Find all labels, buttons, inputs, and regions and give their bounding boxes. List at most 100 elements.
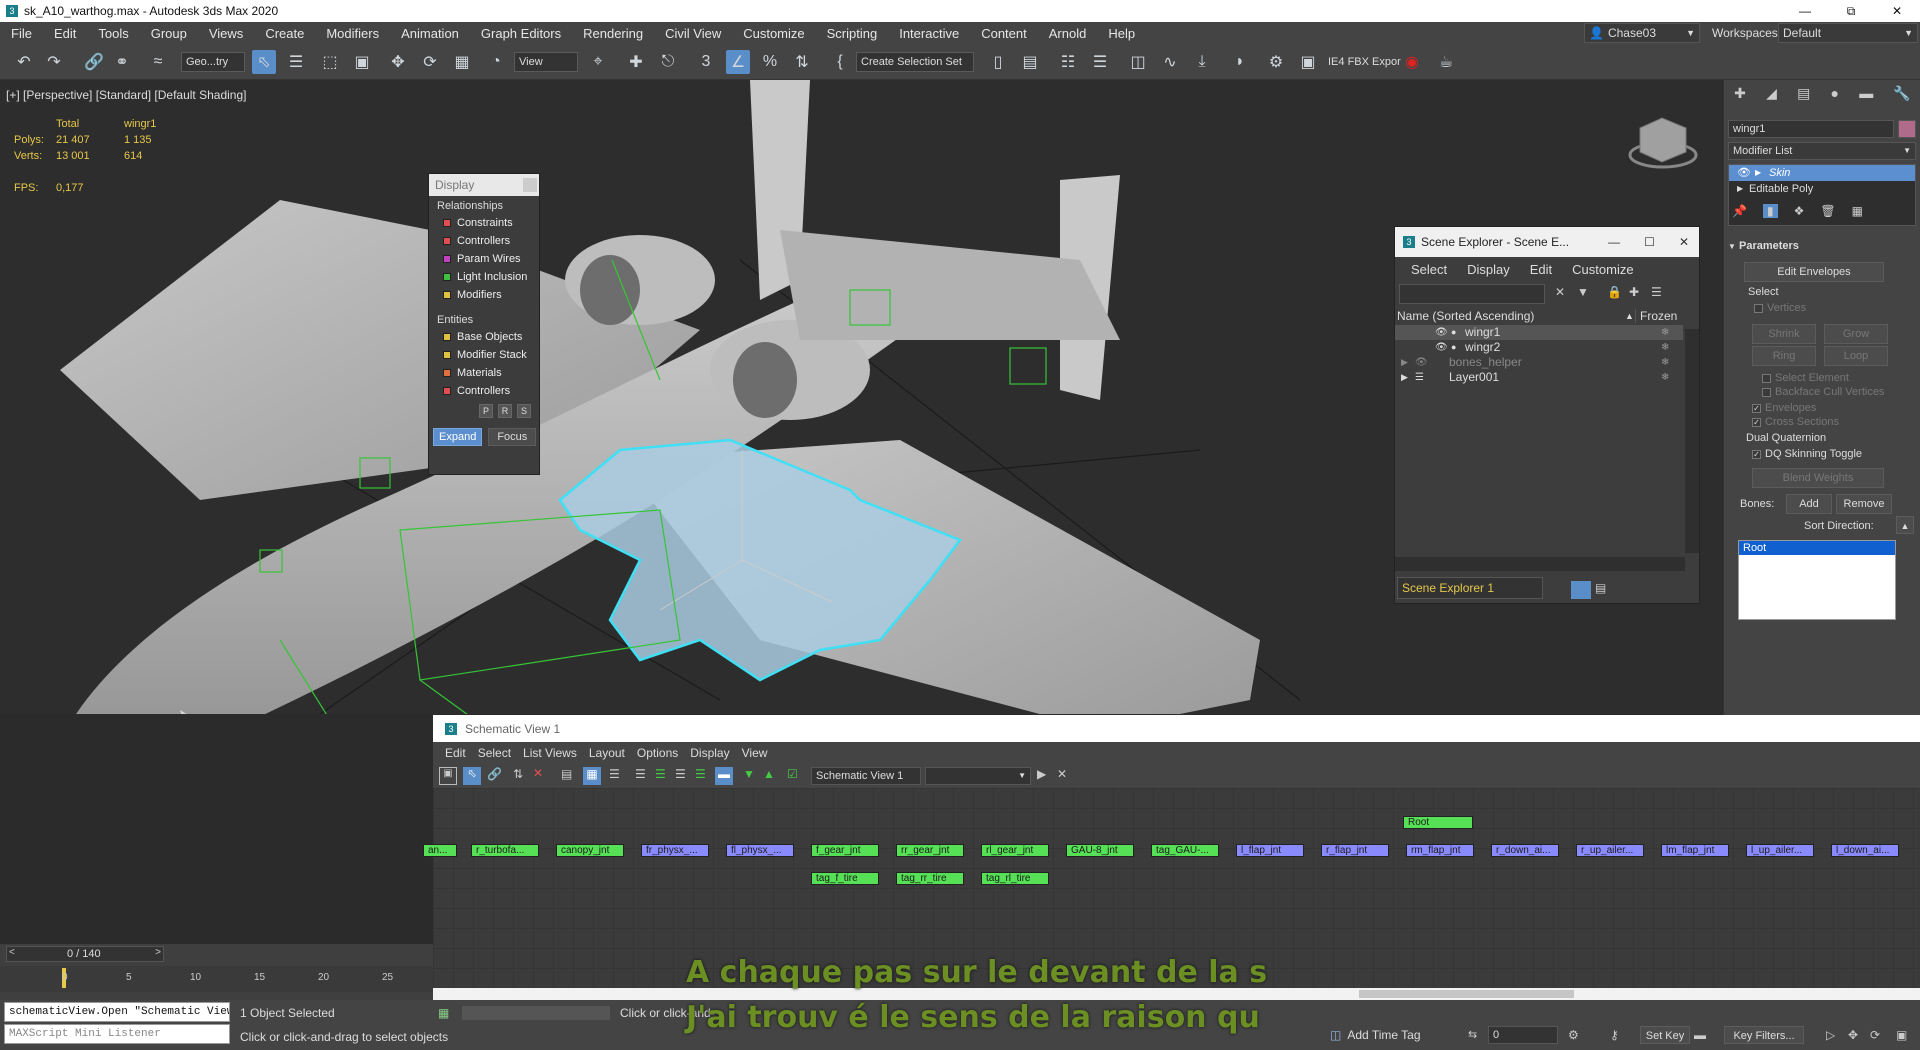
- dq-skinning-toggle[interactable]: ✓ DQ Skinning Toggle: [1752, 448, 1862, 460]
- maxscript-input[interactable]: schematicView.Open "Schematic View 1: [4, 1002, 230, 1022]
- expand-icon[interactable]: ▶: [1401, 355, 1408, 370]
- menu-customize[interactable]: Customize: [732, 26, 815, 41]
- entity-toggle[interactable]: Base Objects: [429, 328, 539, 346]
- sort-direction-icon[interactable]: ▲: [1896, 516, 1914, 534]
- rect-selection-icon[interactable]: ⬚: [318, 50, 342, 74]
- close-icon[interactable]: ✕: [1679, 235, 1689, 249]
- schematic-node[interactable]: rl_gear_jnt: [981, 844, 1049, 857]
- time-slider[interactable]: < 0 / 140 >: [6, 946, 164, 962]
- menu-tools[interactable]: Tools: [87, 26, 139, 41]
- select-object-icon[interactable]: ⬁: [252, 50, 276, 74]
- schematic-node[interactable]: fr_physx_...: [641, 844, 709, 857]
- go-to-bookmark-icon[interactable]: ▶: [1037, 767, 1046, 781]
- expand-icon[interactable]: ▶: [1755, 165, 1761, 181]
- hide-upstream-icon[interactable]: ☰: [609, 767, 620, 781]
- arrange-up-icon[interactable]: ▲: [763, 767, 775, 781]
- render-setup-icon[interactable]: ⚙: [1264, 50, 1288, 74]
- angle-snap-icon[interactable]: ∠: [726, 50, 750, 74]
- sch-menu-edit[interactable]: Edit: [439, 746, 472, 760]
- move-icon[interactable]: ✥: [386, 50, 410, 74]
- undo-icon[interactable]: ↶: [12, 50, 36, 74]
- motion-tab-icon[interactable]: ●: [1831, 85, 1839, 101]
- redo-icon[interactable]: ↷: [42, 50, 66, 74]
- collapse-all-icon[interactable]: ☰: [695, 767, 706, 781]
- se-menu-display[interactable]: Display: [1457, 262, 1520, 277]
- next-frame-icon[interactable]: >: [155, 947, 161, 958]
- current-frame-field[interactable]: 0: [1488, 1026, 1558, 1044]
- eye-icon[interactable]: 👁: [1435, 325, 1448, 340]
- set-key-button[interactable]: Set Key: [1640, 1026, 1690, 1044]
- schematic-node[interactable]: fl_physx_...: [726, 844, 794, 857]
- walk-through-icon[interactable]: ▷: [1826, 1028, 1835, 1042]
- configure-sets-icon[interactable]: ▦: [1852, 204, 1863, 218]
- add-time-tag[interactable]: ◫ Add Time Tag: [1330, 1028, 1421, 1042]
- search-input[interactable]: [1399, 284, 1545, 304]
- frozen-icon[interactable]: ❄: [1661, 340, 1669, 355]
- backface-cull-checkbox[interactable]: Backface Cull Vertices: [1762, 386, 1884, 398]
- schematic-node[interactable]: canopy_jnt: [556, 844, 624, 857]
- pivot-icon[interactable]: ⌖: [586, 50, 610, 74]
- schematic-node[interactable]: r_turbofa...: [471, 844, 539, 857]
- relationship-toggle[interactable]: Light Inclusion: [429, 268, 539, 286]
- relationship-toggle[interactable]: Constraints: [429, 214, 539, 232]
- schematic-node[interactable]: r_up_ailer...: [1576, 844, 1644, 857]
- menu-rendering[interactable]: Rendering: [572, 26, 654, 41]
- schematic-node-root[interactable]: Root: [1403, 816, 1473, 829]
- track-bar[interactable]: 0 5 10 15 20 25: [0, 966, 433, 992]
- material-editor-icon[interactable]: ◗: [1228, 50, 1252, 74]
- schematic-node[interactable]: tag_rr_tire: [896, 872, 964, 885]
- prev-frame-icon[interactable]: <: [9, 947, 15, 958]
- scene-explorer-row[interactable]: ▶ ☰ Layer001 ❄: [1395, 370, 1683, 385]
- show-end-result-icon[interactable]: ▮: [1762, 204, 1778, 218]
- object-color-swatch[interactable]: [1898, 120, 1916, 138]
- spinner-snap-icon[interactable]: ⇅: [790, 50, 814, 74]
- entity-toggle[interactable]: Modifier Stack: [429, 346, 539, 364]
- maximize-viewport-icon[interactable]: ▣: [1896, 1028, 1907, 1042]
- horizontal-scrollbar[interactable]: [1395, 557, 1685, 571]
- viewport-label[interactable]: [+] [Perspective] [Standard] [Default Sh…: [6, 88, 246, 102]
- explorer-name-dropdown[interactable]: Scene Explorer 1: [1397, 577, 1543, 599]
- display-floater-icon[interactable]: ▣: [439, 767, 457, 785]
- schematic-node[interactable]: l_down_ai...: [1831, 844, 1899, 857]
- keyboard-shortcut-icon[interactable]: ⎋: [656, 50, 680, 74]
- frozen-column-header[interactable]: Frozen: [1635, 309, 1677, 323]
- schematic-node[interactable]: tag_f_tire: [811, 872, 879, 885]
- menu-edit[interactable]: Edit: [43, 26, 87, 41]
- eye-icon[interactable]: 👁: [1415, 355, 1428, 370]
- schematic-node[interactable]: l_up_ailer...: [1746, 844, 1814, 857]
- mirror-icon[interactable]: ▯: [986, 50, 1010, 74]
- hierarchy-mode-icon[interactable]: ▤: [561, 767, 572, 781]
- close-icon[interactable]: [523, 178, 537, 192]
- user-account[interactable]: 👤 Chase03 ▼: [1584, 23, 1700, 43]
- create-selection-set-dropdown[interactable]: Create Selection Set: [856, 52, 974, 72]
- bind-spacewarp-icon[interactable]: ≈: [146, 50, 170, 74]
- select-mode-icon[interactable]: ⬁: [463, 767, 481, 785]
- hierarchy-tab-icon[interactable]: ▤: [1797, 85, 1810, 102]
- curve-editor-icon[interactable]: ∿: [1158, 50, 1182, 74]
- frozen-icon[interactable]: ❄: [1661, 325, 1669, 340]
- layer-explorer-icon[interactable]: ☰: [1088, 50, 1112, 74]
- blend-weights-button[interactable]: Blend Weights: [1752, 468, 1884, 488]
- se-menu-edit[interactable]: Edit: [1520, 262, 1562, 277]
- menu-content[interactable]: Content: [970, 26, 1038, 41]
- maximize-button[interactable]: ⧉: [1828, 0, 1874, 22]
- fbx-export-button[interactable]: IE4 FBX Expor: [1328, 56, 1401, 68]
- placement-icon[interactable]: ◔: [484, 50, 508, 74]
- menu-group[interactable]: Group: [140, 26, 198, 41]
- menu-modifiers[interactable]: Modifiers: [315, 26, 390, 41]
- rendered-frame-icon[interactable]: ▣: [1296, 50, 1320, 74]
- menu-create[interactable]: Create: [254, 26, 315, 41]
- relationship-toggle[interactable]: Modifiers: [429, 286, 539, 304]
- expand-button[interactable]: Expand: [433, 428, 483, 446]
- layers-icon[interactable]: ☰: [1651, 285, 1662, 299]
- relationship-toggle[interactable]: Controllers: [429, 232, 539, 250]
- filter-icon[interactable]: ▼: [1577, 285, 1589, 299]
- expand-all-icon[interactable]: ☰: [675, 767, 686, 781]
- loop-button[interactable]: Loop: [1824, 346, 1888, 366]
- key-filters-button[interactable]: Key Filters...: [1724, 1026, 1804, 1044]
- schematic-node[interactable]: rr_gear_jnt: [896, 844, 964, 857]
- remove-bone-button[interactable]: Remove: [1836, 494, 1892, 514]
- delete-bookmark-icon[interactable]: ✕: [1057, 767, 1067, 781]
- schematic-node[interactable]: an...: [423, 844, 457, 857]
- vertical-scrollbar[interactable]: [1685, 329, 1699, 553]
